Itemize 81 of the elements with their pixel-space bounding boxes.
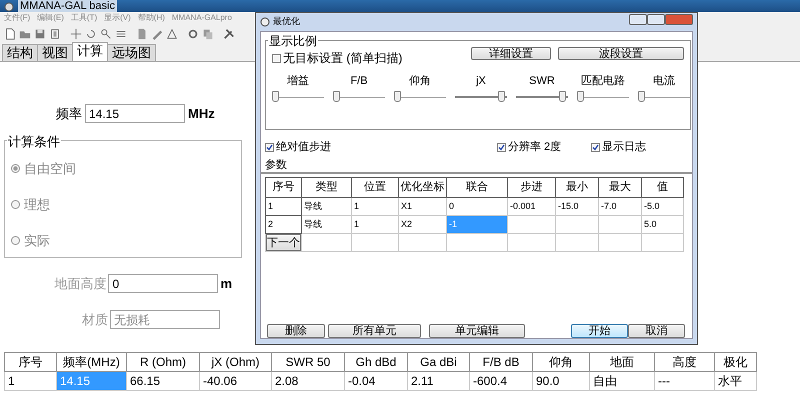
radio-label: 自由空间 (24, 160, 76, 178)
column-header: F/B dB (470, 352, 532, 372)
slider-label: 增益 (286, 74, 310, 89)
checkbox-label: 分辨率 2度 (508, 140, 562, 155)
section-label: 参数 (265, 158, 287, 173)
column-header: jX (Ohm) (200, 352, 272, 372)
column-header: 频率(MHz) (56, 352, 126, 372)
table-cell: X1 (398, 198, 446, 216)
radio-label: 理想 (24, 196, 50, 214)
column-header: 序号 (4, 352, 56, 372)
table-cell: -40.06 (200, 372, 272, 390)
tab[interactable]: 视图 (37, 44, 73, 61)
table-cell: 1 (4, 372, 56, 390)
field-label: 地面高度 (54, 275, 106, 293)
dialog-button[interactable]: 删除 (267, 324, 325, 338)
field-label: 材质 (82, 311, 108, 329)
dialog-title: 最优化 (273, 15, 300, 28)
next-button[interactable]: 下一个 (266, 234, 301, 251)
column-header: SWR 50 (272, 352, 344, 372)
table-cell: 自由 (590, 372, 654, 390)
column-header: 极化 (714, 352, 756, 372)
column-header: 最大 (598, 178, 642, 198)
slider-label: 仰角 (408, 74, 432, 89)
column-header: 优化坐标 (398, 178, 446, 198)
frequency-combo[interactable]: 14.15 (85, 104, 185, 124)
tab[interactable]: 远场图 (107, 44, 156, 61)
table-cell: 1 (352, 216, 398, 234)
frequency-label: 频率 (56, 105, 82, 123)
table-cell: 2.08 (272, 372, 344, 390)
column-header: 步进 (508, 178, 556, 198)
table-cell: 导线 (302, 198, 352, 216)
slider-label: F/B (349, 74, 369, 89)
column-header: 序号 (266, 178, 302, 198)
column-header: R (Ohm) (126, 352, 200, 372)
table-cell: 2.11 (408, 372, 470, 390)
column-header: 地面 (590, 352, 654, 372)
tab[interactable]: 结构 (2, 44, 38, 61)
column-header: 联合 (446, 178, 508, 198)
dialog-button[interactable]: 开始 (571, 324, 628, 338)
slider-label: 电流 (652, 74, 676, 89)
table-cell: 水平 (714, 372, 756, 390)
dialog-button[interactable]: 单元编辑 (429, 324, 525, 338)
tab[interactable]: 计算 (72, 42, 108, 61)
table-cell: 14.15 (56, 372, 126, 390)
dialog-button[interactable]: 所有单元 (328, 324, 421, 338)
slider-label: 匹配电路 (580, 74, 626, 89)
table-cell: 导线 (302, 216, 352, 234)
column-header: Ga dBi (408, 352, 470, 372)
table-cell: 5.0 (642, 216, 684, 234)
unit-label: m (220, 275, 232, 293)
table-cell: 90.0 (532, 372, 590, 390)
slider-label: jX (474, 74, 487, 89)
checkbox-label: 显示日志 (602, 140, 646, 155)
radio-label: 实际 (24, 232, 50, 250)
window-title: MMANA-GAL basic (18, 0, 117, 12)
table-cell: --- (654, 372, 714, 390)
checkbox-label: 无目标设置 (简单扫描) (283, 50, 402, 67)
table-cell: -0.001 (508, 198, 556, 216)
table-cell: -15.0 (556, 198, 598, 216)
slider-label: SWR (528, 74, 556, 89)
column-header: 高度 (654, 352, 714, 372)
column-header: Gh dBd (344, 352, 408, 372)
table-cell: 1 (352, 198, 398, 216)
settings-button[interactable]: 详细设置 (471, 47, 551, 60)
table-cell: -1 (446, 216, 508, 234)
column-header: 仰角 (532, 352, 590, 372)
settings-button[interactable]: 波段设置 (558, 47, 684, 60)
dialog-button[interactable]: 取消 (628, 324, 685, 338)
checkbox-label: 绝对值步进 (276, 140, 331, 155)
table-cell: 1 (266, 198, 302, 216)
table-cell: -600.4 (470, 372, 532, 390)
column-header: 位置 (352, 178, 398, 198)
column-header: 最小 (556, 178, 598, 198)
group-title: 显示比例 (268, 32, 318, 50)
column-header: 值 (642, 178, 684, 198)
table-cell: -7.0 (598, 198, 642, 216)
table-cell: -0.04 (344, 372, 408, 390)
unit-label: MHz (188, 105, 215, 123)
column-header: 类型 (302, 178, 352, 198)
table-cell: -5.0 (642, 198, 684, 216)
table-cell: 66.15 (126, 372, 200, 390)
